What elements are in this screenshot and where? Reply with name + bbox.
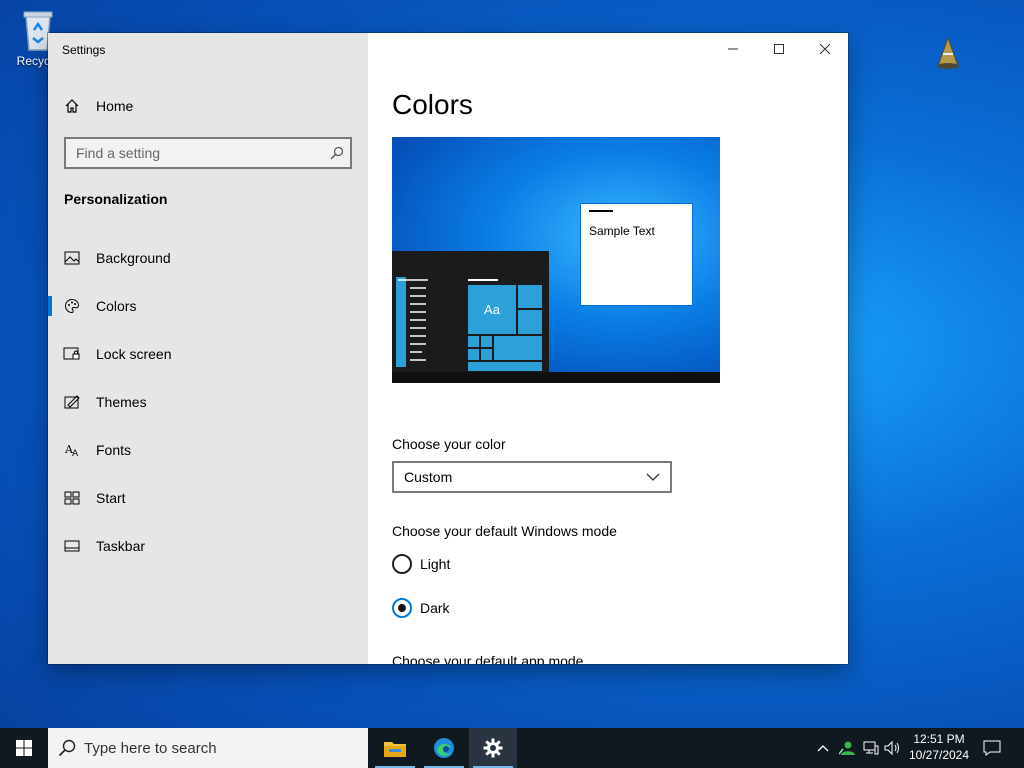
clock-date: 10/27/2024	[908, 748, 970, 762]
preview-tile-label: Aa	[467, 284, 517, 335]
sidebar-item-label: Colors	[96, 298, 137, 314]
action-center-button[interactable]	[978, 728, 1006, 768]
choose-color-label: Choose your color	[392, 436, 506, 452]
search-icon[interactable]	[324, 146, 350, 160]
sidebar-item-label: Themes	[96, 394, 147, 410]
minimize-icon	[728, 48, 738, 50]
app-mode-label: Choose your default app mode	[392, 653, 584, 664]
taskbar: Type here to search 12:51 PM 10/27/2024	[0, 728, 1024, 768]
home-icon	[48, 98, 96, 114]
taskbar-clock[interactable]: 12:51 PM 10/27/2024	[906, 731, 972, 763]
clock-time: 12:51 PM	[913, 732, 965, 746]
radio-light-label: Light	[420, 556, 451, 572]
sidebar-item-label: Lock screen	[96, 346, 172, 362]
show-hidden-icons-button[interactable]	[813, 738, 833, 758]
start-button[interactable]	[0, 728, 48, 768]
notification-icon	[983, 740, 1001, 756]
preview-sample-text: Sample Text	[589, 224, 655, 238]
window-title: Settings	[62, 43, 106, 57]
sidebar-item-label: Taskbar	[96, 538, 146, 554]
settings-content: Colors Aa Sample Text Choose your color …	[368, 33, 848, 664]
windows-logo-icon	[16, 740, 32, 756]
image-icon	[48, 251, 96, 265]
preview-taskbar	[392, 372, 720, 383]
fonts-icon: AA	[48, 442, 96, 458]
palette-icon	[48, 298, 96, 314]
close-button[interactable]	[802, 33, 848, 65]
radio-dark[interactable]: Dark	[392, 598, 450, 618]
sidebar-item-taskbar[interactable]: Taskbar	[48, 526, 368, 566]
search-icon	[58, 739, 76, 757]
taskbar-settings[interactable]	[469, 728, 517, 768]
window-caption-buttons	[710, 33, 848, 65]
sidebar-item-colors[interactable]: Colors	[48, 286, 368, 326]
settings-sidebar: Settings Home Personalization Background	[48, 33, 368, 664]
sidebar-item-background[interactable]: Background	[48, 238, 368, 278]
sidebar-item-lock-screen[interactable]: Lock screen	[48, 334, 368, 374]
radio-dark-indicator[interactable]	[392, 598, 412, 618]
choose-color-dropdown[interactable]: Custom	[392, 461, 672, 493]
sidebar-item-fonts[interactable]: AA Fonts	[48, 430, 368, 470]
volume-icon[interactable]	[883, 738, 903, 758]
radio-light-indicator[interactable]	[392, 554, 412, 574]
taskbar-icon	[48, 540, 96, 552]
taskbar-edge[interactable]	[420, 728, 468, 768]
taskbar-search-box[interactable]: Type here to search	[48, 728, 368, 768]
lock-screen-icon	[48, 347, 96, 361]
themes-icon	[48, 394, 96, 410]
chevron-down-icon	[646, 473, 660, 481]
sidebar-item-start[interactable]: Start	[48, 478, 368, 518]
minimize-button[interactable]	[710, 33, 756, 65]
maximize-button[interactable]	[756, 33, 802, 65]
sidebar-item-label: Fonts	[96, 442, 132, 458]
tray-user-icon[interactable]	[837, 738, 857, 758]
sidebar-item-label: Background	[96, 250, 171, 266]
gear-icon	[483, 738, 503, 758]
radio-dark-label: Dark	[420, 600, 450, 616]
svg-text:A: A	[72, 449, 79, 458]
section-title: Personalization	[64, 191, 168, 207]
taskbar-file-explorer[interactable]	[371, 728, 419, 768]
nav-home[interactable]: Home	[48, 86, 368, 126]
chevron-up-icon	[817, 745, 829, 752]
windows-mode-label: Choose your default Windows mode	[392, 523, 617, 539]
radio-light[interactable]: Light	[392, 554, 450, 574]
page-title: Colors	[392, 89, 473, 120]
folder-icon	[384, 742, 406, 757]
choose-color-value: Custom	[404, 469, 453, 485]
color-preview: Aa Sample Text	[392, 137, 720, 383]
edge-icon	[434, 738, 454, 758]
network-icon[interactable]	[861, 738, 881, 758]
nav-home-label: Home	[96, 98, 134, 114]
maximize-icon	[774, 44, 784, 54]
preview-start-menu: Aa	[392, 251, 549, 372]
desktop-cone-icon[interactable]	[934, 36, 962, 75]
taskbar-search-placeholder: Type here to search	[84, 739, 217, 757]
settings-window: Settings Home Personalization Background	[48, 33, 848, 664]
find-setting-input[interactable]	[76, 145, 324, 161]
close-icon	[820, 44, 830, 54]
preview-sample-window: Sample Text	[580, 203, 693, 306]
start-icon	[48, 491, 96, 505]
sidebar-item-themes[interactable]: Themes	[48, 382, 368, 422]
find-setting-box[interactable]	[64, 137, 352, 169]
sidebar-item-label: Start	[96, 490, 126, 506]
